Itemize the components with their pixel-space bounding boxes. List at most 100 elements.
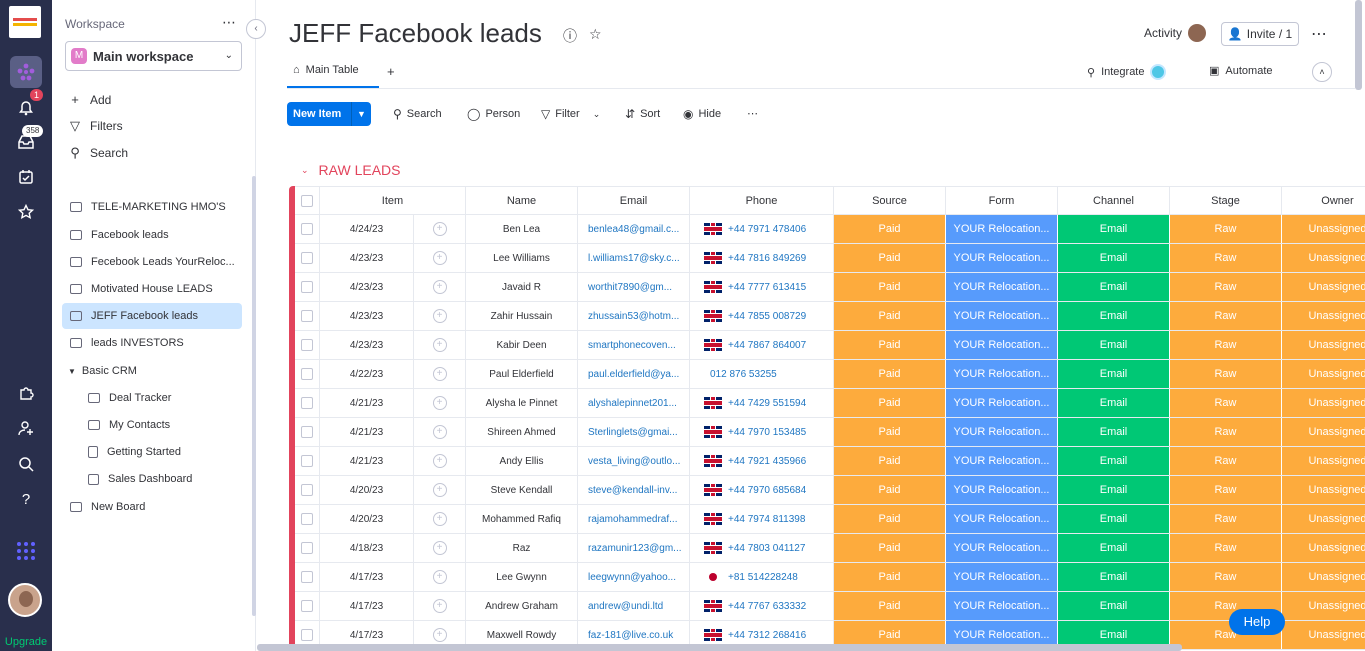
add-button[interactable]: + Add [68,92,111,107]
sidebar-scrollbar[interactable] [252,176,256,616]
form-status[interactable]: YOUR Relocation... [946,476,1058,504]
sidebar-board-jeff-facebook[interactable]: JEFF Facebook leads [62,303,242,329]
phone-number[interactable]: +44 7767 633332 [728,601,806,612]
row-checkbox[interactable] [295,592,320,620]
phone-number[interactable]: +44 7803 041127 [728,543,805,554]
name-cell[interactable]: Shireen Ahmed [466,418,578,446]
chevron-down-icon[interactable]: ⌄ [301,165,309,176]
phone-cell[interactable]: 012 876 53255 [690,360,834,388]
add-update-icon[interactable]: + [432,338,447,352]
add-update-cell[interactable]: + [414,418,466,446]
owner-status[interactable]: Unassigned [1282,244,1365,272]
owner-status[interactable]: Unassigned [1282,476,1365,504]
item-cell[interactable]: 4/23/23 [320,273,414,301]
table-row[interactable]: 4/21/23 + Shireen Ahmed Sterlinglets@gmai..… [295,418,1365,447]
workspace-more-icon[interactable]: ⋯ [222,14,236,31]
column-header-form[interactable]: Form [946,186,1058,214]
owner-status[interactable]: Unassigned [1282,331,1365,359]
sort-button[interactable]: ⇵ Sort [625,107,660,121]
collapse-sidebar-icon[interactable]: ‹ [246,19,266,39]
row-checkbox[interactable] [295,447,320,475]
stage-status[interactable]: Raw [1170,534,1282,562]
email-cell[interactable]: zhussain53@hotm... [578,302,690,330]
table-row[interactable]: 4/21/23 + Alysha le Pinnet alyshalepinnet20… [295,389,1365,418]
my-work-icon[interactable] [10,161,42,193]
phone-number[interactable]: +44 7921 435966 [728,456,806,467]
add-view-button[interactable]: + [387,64,395,79]
row-checkbox[interactable] [295,215,320,243]
source-status[interactable]: Paid [834,331,946,359]
add-update-icon[interactable]: + [432,367,447,381]
table-row[interactable]: 4/23/23 + Javaid Rworthit7890@gm... +44 777… [295,273,1365,302]
favorites-star-icon[interactable] [10,196,42,228]
phone-cell[interactable]: +44 7971 478406 [690,215,834,243]
add-update-cell[interactable]: + [414,215,466,243]
email-cell[interactable]: benlea48@gmail.c... [578,215,690,243]
column-header-channel[interactable]: Channel [1058,186,1170,214]
source-status[interactable]: Paid [834,476,946,504]
table-horizontal-scrollbar[interactable] [257,644,1182,651]
integrate-button[interactable]: ⚲ Integrate [1087,64,1167,80]
stage-status[interactable]: Raw [1170,302,1282,330]
invite-members-icon[interactable] [10,412,42,444]
form-status[interactable]: YOUR Relocation... [946,302,1058,330]
tab-main-table[interactable]: ⌂ Main Table [293,64,359,76]
table-row[interactable]: 4/21/23 + Andy Ellis vesta_living@outlo... +… [295,447,1365,476]
email-cell[interactable]: razamunir123@gm... [578,534,690,562]
stage-status[interactable]: Raw [1170,273,1282,301]
source-status[interactable]: Paid [834,360,946,388]
item-cell[interactable]: 4/22/23 [320,360,414,388]
form-status[interactable]: YOUR Relocation... [946,389,1058,417]
sidebar-board-facebook-leads[interactable]: Facebook leads [62,222,242,248]
board-more-icon[interactable]: ⋯ [1311,24,1327,44]
name-cell[interactable]: Lee Gwynn [466,563,578,591]
add-update-icon[interactable]: + [432,396,447,410]
upgrade-link[interactable]: Upgrade [0,633,52,651]
item-cell[interactable]: 4/17/23 [320,563,414,591]
phone-number[interactable]: +44 7816 849269 [728,253,806,264]
stage-status[interactable]: Raw [1170,360,1282,388]
stage-status[interactable]: Raw [1170,389,1282,417]
phone-cell[interactable]: +44 7803 041127 [690,534,834,562]
add-update-cell[interactable]: + [414,273,466,301]
column-header-email[interactable]: Email [578,186,690,214]
source-status[interactable]: Paid [834,505,946,533]
item-cell[interactable]: 4/21/23 [320,447,414,475]
channel-status[interactable]: Email [1058,244,1170,272]
source-status[interactable]: Paid [834,215,946,243]
column-header-source[interactable]: Source [834,186,946,214]
stage-status[interactable]: Raw [1170,215,1282,243]
row-checkbox[interactable] [295,389,320,417]
phone-cell[interactable]: +44 7867 864007 [690,331,834,359]
channel-status[interactable]: Email [1058,302,1170,330]
stage-status[interactable]: Raw [1170,447,1282,475]
sidebar-board-leads-investors[interactable]: leads INVESTORS [62,330,242,356]
table-row[interactable]: 4/23/23 + Kabir Deen smartphonecoven... +44 … [295,331,1365,360]
row-checkbox[interactable] [295,273,320,301]
table-row[interactable]: 4/20/23 + Mohammed Rafiq rajamohammedraf...… [295,505,1365,534]
add-update-cell[interactable]: + [414,302,466,330]
form-status[interactable]: YOUR Relocation... [946,244,1058,272]
table-row[interactable]: 4/17/23 + Lee Gwynn leegwynn@yahoo... +81 51… [295,563,1365,592]
email-cell[interactable]: leegwynn@yahoo... [578,563,690,591]
add-update-cell[interactable]: + [414,563,466,591]
form-status[interactable]: YOUR Relocation... [946,563,1058,591]
phone-cell[interactable]: +81 514228248 [690,563,834,591]
add-update-cell[interactable]: + [414,389,466,417]
form-status[interactable]: YOUR Relocation... [946,360,1058,388]
invite-button[interactable]: 👤 Invite / 1 [1221,22,1299,46]
name-cell[interactable]: Raz [466,534,578,562]
add-update-icon[interactable]: + [432,512,447,526]
owner-status[interactable]: Unassigned [1282,389,1365,417]
sidebar-doc-getting-started[interactable]: Getting Started [80,439,240,465]
email-cell[interactable]: smartphonecoven... [578,331,690,359]
table-row[interactable]: 4/24/23 + Ben Lea benlea48@gmail.c... +44 79… [295,215,1365,244]
add-update-icon[interactable]: + [432,309,447,323]
sidebar-folder-basic-crm[interactable]: ▼ Basic CRM [62,358,242,384]
source-status[interactable]: Paid [834,302,946,330]
phone-number[interactable]: +44 7429 551594 [728,398,806,409]
add-update-icon[interactable]: + [432,280,447,294]
row-checkbox[interactable] [295,505,320,533]
workspace-selector[interactable]: M Main workspace ⌄ [65,41,242,71]
table-row[interactable]: 4/20/23 + Steve Kendall steve@kendall-inv..… [295,476,1365,505]
